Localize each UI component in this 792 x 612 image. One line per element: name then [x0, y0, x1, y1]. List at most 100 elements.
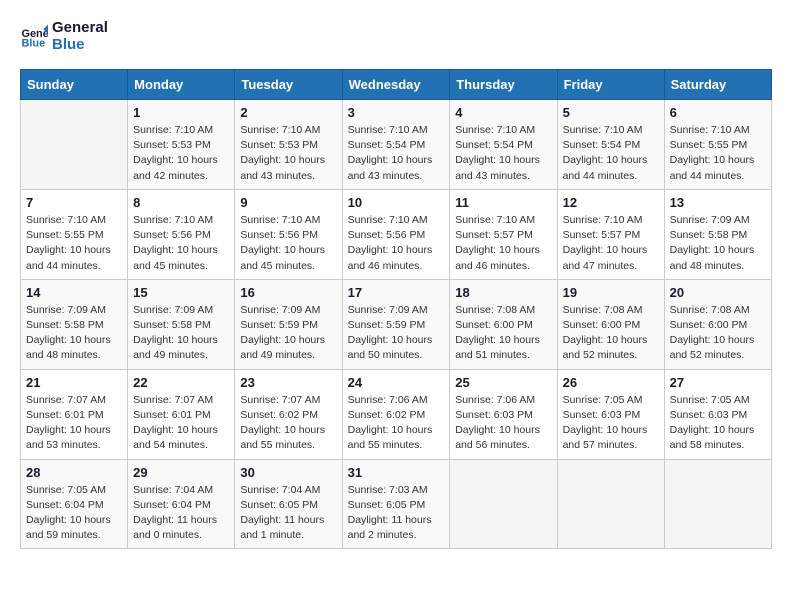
week-row-1: 1 Sunrise: 7:10 AM Sunset: 5:53 PM Daylig…: [21, 100, 772, 190]
header-day-friday: Friday: [557, 70, 664, 100]
day-info: Sunrise: 7:10 AM Sunset: 5:55 PM Dayligh…: [670, 123, 766, 184]
day-info: Sunrise: 7:07 AM Sunset: 6:01 PM Dayligh…: [133, 393, 229, 454]
calendar-cell: 14 Sunrise: 7:09 AM Sunset: 5:58 PM Dayli…: [21, 279, 128, 369]
day-info: Sunrise: 7:04 AM Sunset: 6:05 PM Dayligh…: [240, 483, 336, 544]
day-number: 20: [670, 285, 766, 300]
day-info: Sunrise: 7:07 AM Sunset: 6:02 PM Dayligh…: [240, 393, 336, 454]
day-number: 28: [26, 465, 122, 480]
week-row-2: 7 Sunrise: 7:10 AM Sunset: 5:55 PM Daylig…: [21, 189, 772, 279]
day-number: 1: [133, 105, 229, 120]
calendar-cell: 29 Sunrise: 7:04 AM Sunset: 6:04 PM Dayli…: [128, 459, 235, 549]
calendar-cell: 23 Sunrise: 7:07 AM Sunset: 6:02 PM Dayli…: [235, 369, 342, 459]
day-number: 11: [455, 195, 551, 210]
svg-text:Blue: Blue: [22, 37, 46, 49]
day-number: 26: [563, 375, 659, 390]
calendar-cell: 6 Sunrise: 7:10 AM Sunset: 5:55 PM Daylig…: [664, 100, 771, 190]
day-info: Sunrise: 7:09 AM Sunset: 5:58 PM Dayligh…: [26, 303, 122, 364]
header-row: SundayMondayTuesdayWednesdayThursdayFrid…: [21, 70, 772, 100]
week-row-5: 28 Sunrise: 7:05 AM Sunset: 6:04 PM Dayli…: [21, 459, 772, 549]
day-info: Sunrise: 7:09 AM Sunset: 5:58 PM Dayligh…: [670, 213, 766, 274]
day-number: 27: [670, 375, 766, 390]
calendar-cell: 2 Sunrise: 7:10 AM Sunset: 5:53 PM Daylig…: [235, 100, 342, 190]
logo-icon: General Blue: [20, 23, 48, 51]
header-day-tuesday: Tuesday: [235, 70, 342, 100]
day-number: 29: [133, 465, 229, 480]
calendar-cell: 1 Sunrise: 7:10 AM Sunset: 5:53 PM Daylig…: [128, 100, 235, 190]
day-number: 2: [240, 105, 336, 120]
calendar-cell: 8Sunrise: 7:10 AM Sunset: 5:56 PM Daylig…: [128, 189, 235, 279]
calendar-cell: 27 Sunrise: 7:05 AM Sunset: 6:03 PM Dayli…: [664, 369, 771, 459]
header-day-wednesday: Wednesday: [342, 70, 450, 100]
day-number: 14: [26, 285, 122, 300]
calendar-cell: 16 Sunrise: 7:09 AM Sunset: 5:59 PM Dayli…: [235, 279, 342, 369]
day-info: Sunrise: 7:10 AM Sunset: 5:54 PM Dayligh…: [348, 123, 445, 184]
day-info: Sunrise: 7:10 AM Sunset: 5:53 PM Dayligh…: [240, 123, 336, 184]
day-info: Sunrise: 7:05 AM Sunset: 6:03 PM Dayligh…: [670, 393, 766, 454]
day-info: Sunrise: 7:10 AM Sunset: 5:55 PM Dayligh…: [26, 213, 122, 274]
calendar-cell: 31 Sunrise: 7:03 AM Sunset: 6:05 PM Dayli…: [342, 459, 450, 549]
day-number: 18: [455, 285, 551, 300]
header-day-saturday: Saturday: [664, 70, 771, 100]
day-info: Sunrise: 7:08 AM Sunset: 6:00 PM Dayligh…: [455, 303, 551, 364]
day-number: 13: [670, 195, 766, 210]
calendar-cell: [664, 459, 771, 549]
day-info: Sunrise: 7:03 AM Sunset: 6:05 PM Dayligh…: [348, 483, 445, 544]
day-info: Sunrise: 7:09 AM Sunset: 5:59 PM Dayligh…: [240, 303, 336, 364]
calendar-cell: 28 Sunrise: 7:05 AM Sunset: 6:04 PM Dayli…: [21, 459, 128, 549]
day-number: 19: [563, 285, 659, 300]
day-number: 16: [240, 285, 336, 300]
day-number: 12: [563, 195, 659, 210]
calendar-cell: 21Sunrise: 7:07 AM Sunset: 6:01 PM Dayli…: [21, 369, 128, 459]
calendar-cell: 15 Sunrise: 7:09 AM Sunset: 5:58 PM Dayli…: [128, 279, 235, 369]
calendar-cell: 25 Sunrise: 7:06 AM Sunset: 6:03 PM Dayli…: [450, 369, 557, 459]
calendar-cell: 5Sunrise: 7:10 AM Sunset: 5:54 PM Daylig…: [557, 100, 664, 190]
day-info: Sunrise: 7:08 AM Sunset: 6:00 PM Dayligh…: [670, 303, 766, 364]
day-number: 25: [455, 375, 551, 390]
day-info: Sunrise: 7:10 AM Sunset: 5:56 PM Dayligh…: [240, 213, 336, 274]
day-number: 17: [348, 285, 445, 300]
calendar-cell: 11 Sunrise: 7:10 AM Sunset: 5:57 PM Dayli…: [450, 189, 557, 279]
logo-text-general: General: [52, 20, 108, 37]
day-number: 31: [348, 465, 445, 480]
calendar-cell: 24Sunrise: 7:06 AM Sunset: 6:02 PM Dayli…: [342, 369, 450, 459]
calendar-cell: 26 Sunrise: 7:05 AM Sunset: 6:03 PM Dayli…: [557, 369, 664, 459]
calendar-cell: 10Sunrise: 7:10 AM Sunset: 5:56 PM Dayli…: [342, 189, 450, 279]
day-number: 15: [133, 285, 229, 300]
calendar-cell: 9 Sunrise: 7:10 AM Sunset: 5:56 PM Daylig…: [235, 189, 342, 279]
day-info: Sunrise: 7:10 AM Sunset: 5:56 PM Dayligh…: [133, 213, 229, 274]
calendar-cell: 7 Sunrise: 7:10 AM Sunset: 5:55 PM Daylig…: [21, 189, 128, 279]
calendar-cell: 19 Sunrise: 7:08 AM Sunset: 6:00 PM Dayli…: [557, 279, 664, 369]
week-row-4: 21Sunrise: 7:07 AM Sunset: 6:01 PM Dayli…: [21, 369, 772, 459]
day-info: Sunrise: 7:10 AM Sunset: 5:54 PM Dayligh…: [455, 123, 551, 184]
calendar-cell: 13 Sunrise: 7:09 AM Sunset: 5:58 PM Dayli…: [664, 189, 771, 279]
day-info: Sunrise: 7:05 AM Sunset: 6:04 PM Dayligh…: [26, 483, 122, 544]
logo-text-blue: Blue: [52, 37, 108, 54]
day-info: Sunrise: 7:05 AM Sunset: 6:03 PM Dayligh…: [563, 393, 659, 454]
day-info: Sunrise: 7:04 AM Sunset: 6:04 PM Dayligh…: [133, 483, 229, 544]
calendar-cell: 22 Sunrise: 7:07 AM Sunset: 6:01 PM Dayli…: [128, 369, 235, 459]
day-number: 7: [26, 195, 122, 210]
day-number: 6: [670, 105, 766, 120]
day-info: Sunrise: 7:09 AM Sunset: 5:58 PM Dayligh…: [133, 303, 229, 364]
day-info: Sunrise: 7:10 AM Sunset: 5:56 PM Dayligh…: [348, 213, 445, 274]
day-number: 3: [348, 105, 445, 120]
day-number: 23: [240, 375, 336, 390]
calendar-cell: 20 Sunrise: 7:08 AM Sunset: 6:00 PM Dayli…: [664, 279, 771, 369]
calendar-cell: [557, 459, 664, 549]
day-info: Sunrise: 7:10 AM Sunset: 5:53 PM Dayligh…: [133, 123, 229, 184]
day-number: 22: [133, 375, 229, 390]
day-info: Sunrise: 7:06 AM Sunset: 6:03 PM Dayligh…: [455, 393, 551, 454]
calendar-cell: 12Sunrise: 7:10 AM Sunset: 5:57 PM Dayli…: [557, 189, 664, 279]
calendar-cell: 3 Sunrise: 7:10 AM Sunset: 5:54 PM Daylig…: [342, 100, 450, 190]
header-day-thursday: Thursday: [450, 70, 557, 100]
day-info: Sunrise: 7:08 AM Sunset: 6:00 PM Dayligh…: [563, 303, 659, 364]
week-row-3: 14 Sunrise: 7:09 AM Sunset: 5:58 PM Dayli…: [21, 279, 772, 369]
day-info: Sunrise: 7:09 AM Sunset: 5:59 PM Dayligh…: [348, 303, 445, 364]
day-info: Sunrise: 7:10 AM Sunset: 5:57 PM Dayligh…: [455, 213, 551, 274]
page-header: General Blue General Blue: [20, 20, 772, 53]
calendar-table: SundayMondayTuesdayWednesdayThursdayFrid…: [20, 69, 772, 549]
calendar-cell: [450, 459, 557, 549]
day-info: Sunrise: 7:06 AM Sunset: 6:02 PM Dayligh…: [348, 393, 445, 454]
day-info: Sunrise: 7:10 AM Sunset: 5:54 PM Dayligh…: [563, 123, 659, 184]
day-number: 9: [240, 195, 336, 210]
